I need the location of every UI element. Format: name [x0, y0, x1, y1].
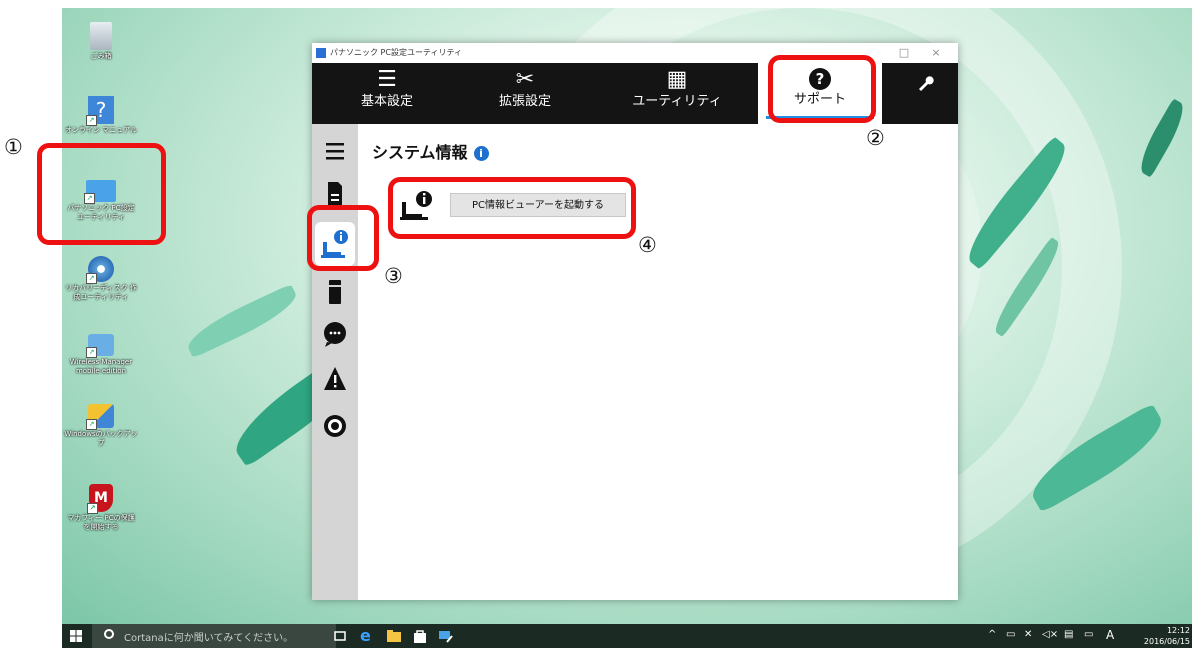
file-explorer-icon[interactable] — [386, 628, 402, 644]
edge-browser-icon[interactable]: e — [360, 628, 376, 644]
tab-extended-settings[interactable]: ✂ 拡張設定 — [470, 63, 580, 124]
wrench-icon — [900, 63, 950, 93]
wireless-manager-icon: ↗ — [86, 334, 114, 358]
tray-chevron-icon[interactable]: ^ — [988, 629, 996, 640]
marker-4: ④ — [638, 233, 657, 257]
annotation-box-launch-button — [388, 177, 636, 239]
annotation-box-sidebar-item — [307, 205, 379, 271]
desktop-icon-recycle-bin[interactable]: ごみ箱 — [64, 22, 138, 61]
page-title: システム情報 i — [372, 139, 489, 163]
app-window: パナソニック PC設定ユーティリティ □ × ☰ 基本設定 ✂ 拡張設定 ▦ ユ… — [312, 43, 958, 600]
desktop-icon-mcafee[interactable]: M ↗ マカフィー PCの保護を開始する — [64, 484, 138, 532]
window-title: パナソニック PC設定ユーティリティ — [330, 48, 462, 57]
sidebar — [312, 124, 358, 600]
sidebar-item-menu[interactable] — [312, 130, 358, 174]
sidebar-item-chat[interactable] — [312, 312, 358, 356]
close-button[interactable]: × — [928, 45, 944, 61]
maximize-button[interactable]: □ — [896, 45, 912, 61]
sliders-icon: ☰ — [377, 67, 397, 92]
cortana-icon — [104, 629, 114, 639]
pc-settings-taskbar-icon[interactable] — [438, 628, 454, 644]
battery-icon[interactable]: ▭ — [1006, 629, 1015, 640]
action-center-icon[interactable]: ▤ — [1064, 629, 1073, 640]
backup-icon: ↗ — [86, 404, 114, 430]
desktop-icon-windows-backup[interactable]: ↗ Windowsのバックアップ — [64, 404, 138, 448]
tools-icon: ✂ — [515, 67, 535, 92]
chat-icon — [324, 322, 346, 347]
store-icon[interactable] — [412, 628, 428, 644]
menu-icon — [326, 143, 344, 160]
desktop-icon-wireless-manager[interactable]: ↗ Wireless Manager mobile edition — [64, 334, 138, 376]
tab-maintenance[interactable] — [900, 63, 950, 124]
feather-decoration — [1133, 98, 1191, 178]
search-placeholder: Cortanaに何か聞いてみてください。 — [124, 633, 294, 644]
recycle-bin-icon — [90, 22, 112, 50]
ime-indicator[interactable]: A — [1106, 628, 1114, 642]
grid-icon: ▦ — [666, 67, 688, 92]
tab-basic-settings[interactable]: ☰ 基本設定 — [332, 63, 442, 124]
help-book-icon: ? ↗ — [86, 96, 114, 126]
mcafee-shield-icon: M ↗ — [87, 484, 113, 514]
tab-utility[interactable]: ▦ ユーティリティ — [612, 63, 742, 124]
app-icon — [316, 48, 326, 58]
marker-1: ① — [4, 135, 23, 159]
cortana-search-box[interactable]: Cortanaに何か聞いてみてください。 — [92, 624, 336, 648]
warning-icon — [324, 367, 346, 390]
taskbar: Cortanaに何か聞いてみてください。 e ^ ▭ ✕ ◁× ▤ ▭ A 12… — [62, 624, 1192, 648]
network-icon[interactable]: ✕ — [1024, 629, 1032, 640]
recovery-disc-icon: ↗ — [86, 256, 114, 284]
sidebar-item-disc[interactable] — [312, 404, 358, 448]
annotation-box-desktop-icon — [37, 143, 166, 245]
sidebar-item-warning[interactable] — [312, 358, 358, 402]
windows-start-icon[interactable] — [70, 630, 82, 642]
sidebar-item-device[interactable] — [312, 270, 358, 314]
marker-2: ② — [866, 126, 885, 150]
desktop-icon-online-manual[interactable]: ? ↗ オンライン マニュアル — [64, 96, 138, 135]
desktop-icon-recovery-disc[interactable]: ↗ リカバリーディスク 作成ユーティリティ — [64, 256, 138, 302]
device-icon — [329, 280, 341, 304]
info-icon[interactable]: i — [473, 146, 489, 161]
marker-3: ③ — [384, 264, 403, 288]
keyboard-icon[interactable]: ▭ — [1084, 629, 1093, 640]
volume-icon[interactable]: ◁× — [1042, 629, 1058, 640]
disc-icon — [324, 415, 346, 437]
task-view-icon[interactable] — [332, 628, 348, 644]
clock[interactable]: 12:12 2016/06/15 — [1144, 625, 1190, 647]
annotation-box-support-tab — [768, 55, 876, 123]
feather-decoration — [182, 283, 302, 359]
